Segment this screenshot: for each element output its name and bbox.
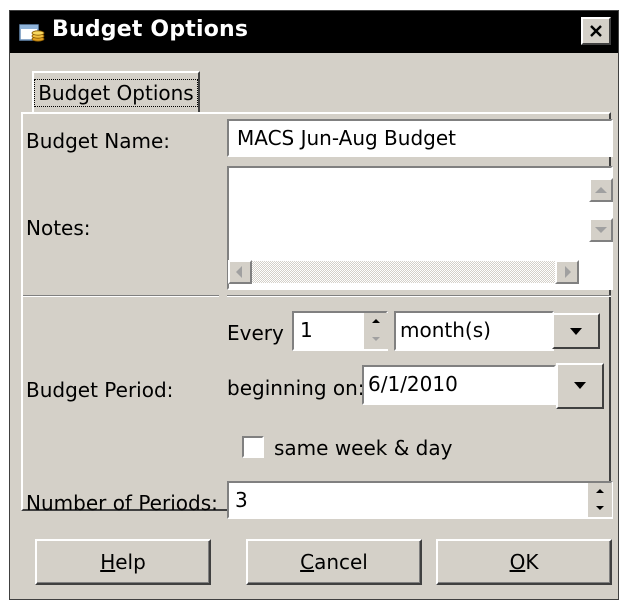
tab-budget-options[interactable]: Budget Options bbox=[32, 71, 200, 113]
ok-button[interactable]: OK bbox=[436, 539, 612, 585]
tab-label: Budget Options bbox=[34, 79, 198, 107]
budget-name-label: Budget Name: bbox=[26, 129, 171, 153]
window-title: Budget Options bbox=[52, 17, 249, 42]
spin-up-icon bbox=[596, 489, 604, 493]
scroll-left-icon bbox=[236, 266, 242, 278]
num-periods-spinner[interactable] bbox=[588, 483, 612, 517]
chevron-down-icon bbox=[570, 328, 582, 335]
notes-scroll-down-button[interactable] bbox=[589, 218, 613, 242]
beginning-on-input[interactable]: 6/1/2010 bbox=[362, 365, 556, 405]
spin-up-icon bbox=[372, 319, 380, 323]
period-unit-value: month(s) bbox=[400, 318, 491, 342]
same-week-label: same week & day bbox=[274, 436, 453, 460]
every-spinner[interactable] bbox=[364, 313, 388, 349]
chevron-down-icon bbox=[574, 382, 586, 389]
same-week-checkbox[interactable] bbox=[242, 436, 264, 458]
title-bar[interactable]: Budget Options bbox=[10, 11, 618, 53]
num-periods-value: 3 bbox=[235, 488, 248, 512]
period-unit-dropdown-button[interactable] bbox=[552, 313, 600, 349]
budget-folder-icon bbox=[19, 24, 45, 42]
num-periods-spin-down[interactable] bbox=[588, 500, 612, 517]
beginning-on-value: 6/1/2010 bbox=[368, 372, 458, 396]
scroll-up-icon bbox=[595, 187, 607, 193]
cancel-button[interactable]: Cancel bbox=[246, 539, 422, 585]
notes-scroll-right-button[interactable] bbox=[555, 260, 579, 284]
divider-right-highlight bbox=[227, 296, 611, 297]
notes-horizontal-scrollbar[interactable] bbox=[250, 261, 565, 283]
scroll-down-icon bbox=[595, 227, 607, 233]
every-label: Every bbox=[227, 321, 284, 345]
notes-scroll-left-button[interactable] bbox=[228, 260, 252, 284]
beginning-on-label: beginning on: bbox=[227, 376, 365, 400]
cancel-button-label: Cancel bbox=[300, 550, 368, 574]
num-periods-input[interactable]: 3 bbox=[227, 481, 613, 519]
help-button-label: Help bbox=[100, 550, 146, 574]
ok-button-label: OK bbox=[509, 550, 539, 574]
spin-down-icon bbox=[372, 337, 380, 341]
budget-name-input[interactable]: MACS Jun-Aug Budget bbox=[227, 119, 613, 157]
date-picker-button[interactable] bbox=[556, 363, 604, 409]
budget-name-value: MACS Jun-Aug Budget bbox=[237, 126, 456, 150]
divider-left-highlight bbox=[23, 296, 219, 297]
every-value: 1 bbox=[300, 318, 313, 342]
notes-scroll-up-button[interactable] bbox=[589, 178, 613, 202]
help-button[interactable]: Help bbox=[35, 539, 211, 585]
every-spin-up[interactable] bbox=[364, 313, 388, 331]
budget-options-dialog: Budget Options Budget Options Budget Nam… bbox=[9, 10, 619, 600]
period-unit-select[interactable]: month(s) bbox=[394, 311, 554, 351]
budget-period-label: Budget Period: bbox=[26, 378, 174, 402]
num-periods-spin-up[interactable] bbox=[588, 483, 612, 500]
every-spin-down[interactable] bbox=[364, 331, 388, 349]
close-button[interactable] bbox=[581, 17, 611, 45]
num-periods-label: Number of Periods: bbox=[26, 491, 218, 515]
close-icon bbox=[590, 25, 602, 37]
scroll-right-icon bbox=[565, 266, 571, 278]
spin-down-icon bbox=[596, 506, 604, 510]
notes-label: Notes: bbox=[26, 216, 91, 240]
